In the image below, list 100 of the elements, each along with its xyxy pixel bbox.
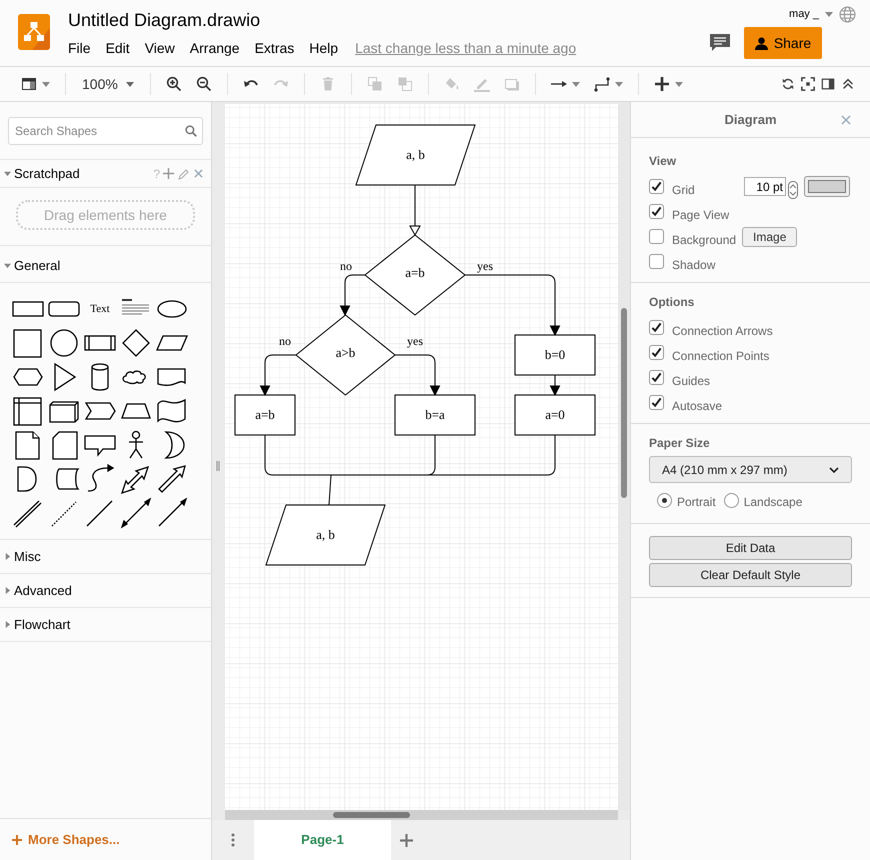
menu-item[interactable]: Help bbox=[309, 38, 338, 58]
collapse-triangle-icon[interactable] bbox=[4, 170, 11, 177]
edge-label: no bbox=[340, 259, 352, 273]
resize-handle-icon[interactable] bbox=[216, 461, 220, 471]
panel-title: Diagram bbox=[724, 110, 777, 129]
caret-icon[interactable] bbox=[614, 82, 623, 86]
app-logo-icon bbox=[18, 14, 50, 50]
globe-icon[interactable] bbox=[839, 6, 856, 23]
checkbox[interactable] bbox=[649, 229, 664, 244]
checkbox[interactable] bbox=[649, 345, 664, 360]
scrollbar-thumb[interactable] bbox=[621, 308, 627, 498]
search-icon[interactable] bbox=[185, 125, 197, 137]
caret-icon bbox=[126, 82, 134, 86]
caret-icon[interactable] bbox=[42, 82, 50, 86]
zoom-in-icon[interactable] bbox=[166, 76, 182, 92]
flowchart-node[interactable]: a, b bbox=[355, 124, 476, 186]
section-heading: Options bbox=[649, 294, 696, 309]
edge-label: yes bbox=[477, 259, 493, 273]
zoom-out-icon[interactable] bbox=[196, 76, 212, 92]
palette-shape[interactable] bbox=[118, 497, 154, 529]
radio-button[interactable] bbox=[657, 492, 672, 508]
caret-icon[interactable] bbox=[825, 12, 833, 17]
elbow-connector-icon[interactable] bbox=[594, 76, 610, 92]
connector-arrow[interactable] bbox=[340, 274, 366, 316]
collapse-triangle-icon[interactable] bbox=[4, 262, 11, 269]
checkbox-label[interactable]: Connection Points bbox=[672, 346, 770, 364]
section-heading: Paper Size bbox=[649, 435, 711, 450]
flowchart-node[interactable]: a>b bbox=[295, 314, 396, 396]
image-button[interactable]: Image bbox=[742, 226, 798, 246]
share-button[interactable]: Share bbox=[744, 27, 822, 59]
comment-icon[interactable] bbox=[709, 33, 731, 53]
panel-button[interactable]: Clear Default Style bbox=[649, 563, 852, 587]
format-panel-icon[interactable] bbox=[821, 77, 835, 91]
section-title[interactable]: Scratchpad bbox=[14, 164, 80, 184]
menu-item[interactable]: Arrange bbox=[190, 38, 240, 58]
page-tab[interactable]: Page-1 bbox=[254, 820, 391, 860]
panel-button[interactable]: Edit Data bbox=[649, 536, 852, 560]
radio-button[interactable] bbox=[724, 492, 739, 508]
caret-icon[interactable] bbox=[674, 82, 683, 86]
checkbox[interactable] bbox=[649, 204, 664, 219]
expand-triangle-icon[interactable] bbox=[4, 553, 11, 560]
paper-size-dropdown[interactable]: A4 (210 mm x 297 mm) bbox=[649, 456, 852, 483]
checkbox-label[interactable]: Background bbox=[672, 230, 736, 248]
user-name[interactable]: may _ bbox=[789, 6, 819, 23]
fullscreen-icon[interactable] bbox=[801, 77, 815, 91]
expand-triangle-icon[interactable] bbox=[4, 587, 11, 594]
panel-layout-icon[interactable] bbox=[21, 76, 37, 92]
section-title[interactable]: Advanced bbox=[14, 580, 72, 600]
radio-label[interactable]: Portrait bbox=[677, 493, 716, 511]
connector-arrow[interactable] bbox=[409, 184, 421, 236]
connector-arrow[interactable] bbox=[550, 374, 560, 396]
flowchart-node[interactable]: a=0 bbox=[514, 394, 596, 436]
connector-line[interactable] bbox=[264, 434, 556, 506]
flowchart-node[interactable]: a=b bbox=[364, 234, 466, 316]
color-swatch bbox=[808, 180, 846, 193]
flowchart-node[interactable]: a=b bbox=[234, 394, 296, 436]
checkbox-label[interactable]: Connection Arrows bbox=[672, 322, 773, 340]
checkbox[interactable] bbox=[649, 370, 664, 385]
more-options-icon[interactable] bbox=[231, 833, 235, 847]
checkbox[interactable] bbox=[649, 395, 664, 410]
flowchart-node[interactable]: a, b bbox=[265, 504, 386, 566]
plus-icon[interactable] bbox=[654, 76, 670, 92]
menu-item[interactable]: Edit bbox=[106, 38, 130, 58]
chevron-down-icon bbox=[829, 466, 839, 472]
caret-icon[interactable] bbox=[572, 82, 580, 86]
connector-arrow[interactable] bbox=[394, 354, 440, 396]
checkbox-label[interactable]: Grid bbox=[672, 180, 695, 198]
zoom-level-dropdown[interactable]: 100% bbox=[74, 70, 142, 98]
menu-item[interactable]: File bbox=[68, 38, 91, 58]
section-title[interactable]: Misc bbox=[14, 546, 41, 566]
flowchart-node[interactable]: b=a bbox=[394, 394, 476, 436]
sync-icon[interactable] bbox=[781, 77, 795, 91]
section-title[interactable]: General bbox=[14, 256, 60, 276]
section-heading: View bbox=[649, 153, 678, 168]
add-page-icon[interactable] bbox=[400, 834, 412, 846]
search-field[interactable]: Search Shapes bbox=[8, 117, 203, 145]
checkbox[interactable] bbox=[649, 254, 664, 269]
flowchart-node[interactable]: b=0 bbox=[514, 334, 596, 376]
palette-shape[interactable]: Text bbox=[90, 300, 110, 318]
grid-color-button[interactable] bbox=[804, 176, 850, 197]
checkbox-label[interactable]: Autosave bbox=[672, 396, 722, 414]
spinner-icon[interactable] bbox=[788, 180, 798, 198]
checkbox-label[interactable]: Page View bbox=[672, 206, 730, 224]
connector-arrow[interactable] bbox=[464, 274, 560, 336]
checkbox[interactable] bbox=[649, 320, 664, 335]
person-icon bbox=[754, 36, 768, 50]
connector-arrow[interactable] bbox=[260, 354, 296, 396]
menu-item[interactable]: View bbox=[144, 38, 175, 58]
collapse-icon[interactable] bbox=[841, 77, 855, 91]
scrollbar-thumb[interactable] bbox=[333, 812, 410, 818]
menu-item[interactable]: Extras bbox=[254, 38, 294, 58]
checkbox[interactable] bbox=[649, 179, 664, 194]
document-title[interactable]: Untitled Diagram.drawio bbox=[68, 8, 576, 32]
checkbox-label[interactable]: Shadow bbox=[672, 256, 716, 274]
section-title[interactable]: Flowchart bbox=[14, 614, 70, 634]
expand-triangle-icon[interactable] bbox=[4, 621, 11, 628]
edge-label: no bbox=[279, 334, 291, 348]
grid-size-field[interactable]: 10 pt bbox=[744, 177, 786, 196]
checkbox-label[interactable]: Guides bbox=[672, 372, 710, 390]
radio-label[interactable]: Landscape bbox=[744, 493, 802, 511]
